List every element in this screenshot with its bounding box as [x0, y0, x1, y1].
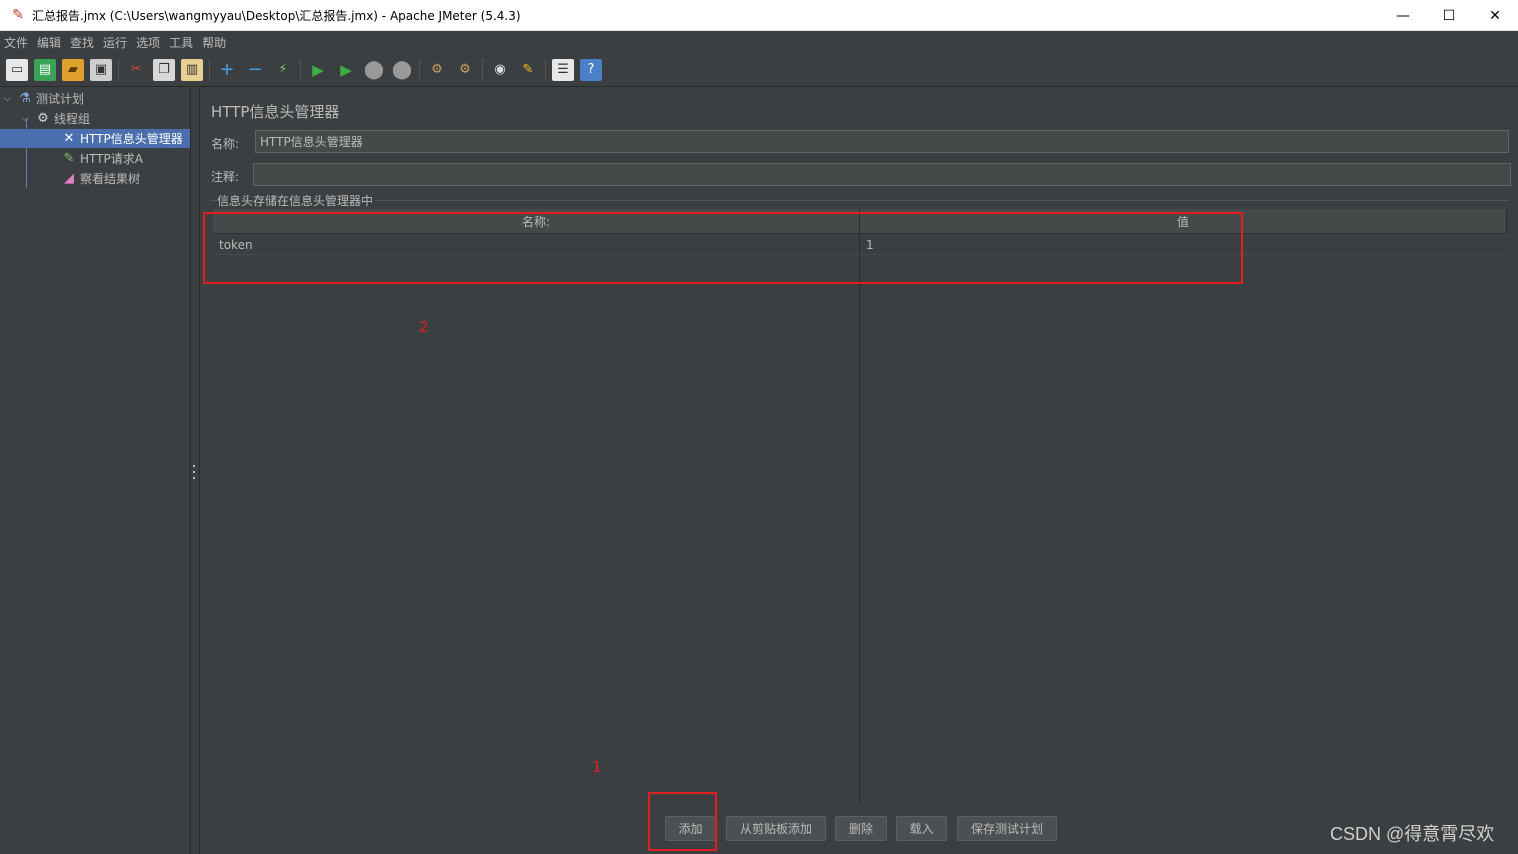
- group-title: 信息头存储在信息头管理器中: [217, 192, 376, 209]
- reset-search-icon[interactable]: ✎: [517, 59, 539, 81]
- stop-icon[interactable]: ⬤: [363, 59, 385, 81]
- start-no-pause-icon[interactable]: ▶: [335, 59, 357, 81]
- menu-file[interactable]: 文件: [4, 34, 28, 51]
- clear-all-icon[interactable]: ⚙: [454, 59, 476, 81]
- toolbar-separator: [482, 58, 483, 81]
- tree-item-label: HTTP信息头管理器: [80, 132, 183, 146]
- title-bar: ✎ 汇总报告.jmx (C:\Users\wangmyyau\Desktop\汇…: [0, 0, 1518, 31]
- toolbar-separator: [118, 58, 119, 81]
- column-divider: [859, 209, 860, 804]
- tree-item-label: 线程组: [54, 112, 91, 126]
- watermark: CSDN @得意霄尽欢: [1330, 824, 1495, 844]
- wrench-icon: ✕: [63, 131, 75, 146]
- tree-item-result-tree[interactable]: ◢ 察看结果树: [60, 169, 190, 188]
- annotation-label-1: 1: [592, 758, 602, 776]
- group-border: [210, 200, 1509, 201]
- toolbar: ▭ ▤ ▰ ▣ ✂ ❐ ▥ + − ⚡ ▶ ▶ ⬤ ⬤ ⚙ ⚙ ◉ ✎ ☰ ?: [0, 53, 1518, 87]
- templates-icon[interactable]: ▤: [34, 58, 56, 81]
- chart-icon: ◢: [64, 171, 74, 186]
- menu-help[interactable]: 帮助: [202, 34, 226, 51]
- tree-item-test-plan[interactable]: ⌵ ⚗ 测试计划: [4, 89, 190, 108]
- collapse-icon[interactable]: −: [244, 59, 266, 81]
- toggle-icon[interactable]: ⚡: [272, 59, 294, 81]
- menu-run[interactable]: 运行: [103, 34, 127, 51]
- headers-table: 名称: 值 token 1: [213, 209, 1507, 804]
- new-icon[interactable]: ▭: [6, 58, 28, 81]
- panel-title: HTTP信息头管理器: [211, 103, 340, 121]
- function-helper-icon[interactable]: ☰: [552, 58, 574, 81]
- name-label: 名称:: [211, 137, 240, 151]
- menu-options[interactable]: 选项: [136, 34, 160, 51]
- tree-item-label: HTTP请求A: [80, 152, 143, 166]
- save-test-plan-button[interactable]: 保存测试计划: [957, 816, 1057, 841]
- copy-icon[interactable]: ❐: [153, 58, 175, 81]
- gear-icon: ⚙: [37, 111, 49, 126]
- toolbar-separator: [545, 58, 546, 81]
- start-icon[interactable]: ▶: [307, 59, 329, 81]
- search-icon[interactable]: ◉: [489, 59, 511, 81]
- menu-tools[interactable]: 工具: [169, 34, 193, 51]
- pencil-icon: ✎: [63, 151, 75, 166]
- tree-item-http-request[interactable]: ✎ HTTP请求A: [60, 149, 190, 168]
- chevron-down-icon[interactable]: ⌵: [4, 94, 16, 104]
- chevron-down-icon[interactable]: ⌵: [22, 114, 34, 124]
- menu-bar: 文件 编辑 查找 运行 选项 工具 帮助: [0, 31, 1518, 53]
- name-input[interactable]: HTTP信息头管理器: [255, 130, 1509, 153]
- help-icon[interactable]: ?: [580, 58, 602, 81]
- tree-item-thread-group[interactable]: ⌵ ⚙ 线程组: [22, 109, 190, 128]
- shutdown-icon[interactable]: ⬤: [391, 59, 413, 81]
- comment-label: 注释:: [211, 170, 240, 184]
- window-title: 汇总报告.jmx (C:\Users\wangmyyau\Desktop\汇总报…: [32, 8, 521, 23]
- tree-item-label: 测试计划: [36, 92, 85, 106]
- toolbar-separator: [209, 58, 210, 81]
- comment-input[interactable]: [253, 163, 1511, 186]
- minimize-button[interactable]: —: [1380, 0, 1426, 31]
- clear-icon[interactable]: ⚙: [426, 59, 448, 81]
- annotation-box-table: [203, 212, 1243, 284]
- annotation-box-add: [648, 792, 717, 851]
- splitter-handle[interactable]: [192, 465, 196, 479]
- open-icon[interactable]: ▰: [62, 58, 84, 81]
- main-panel: HTTP信息头管理器 名称: HTTP信息头管理器 注释: 信息头存储在信息头管…: [199, 88, 1518, 854]
- annotation-label-2: 2: [419, 318, 429, 336]
- delete-button[interactable]: 删除: [835, 816, 887, 841]
- close-button[interactable]: ✕: [1472, 0, 1518, 31]
- jmeter-feather-icon: ✎: [12, 7, 24, 23]
- toolbar-separator: [419, 58, 420, 81]
- test-plan-tree: ⌵ ⚗ 测试计划 ⌵ ⚙ 线程组 ✕ HTTP信息头管理器 ✎ HTTP请求A …: [0, 88, 191, 854]
- menu-edit[interactable]: 编辑: [37, 34, 61, 51]
- tree-item-header-manager[interactable]: ✕ HTTP信息头管理器: [0, 129, 190, 148]
- menu-search[interactable]: 查找: [70, 34, 94, 51]
- expand-icon[interactable]: +: [216, 59, 238, 81]
- load-button[interactable]: 载入: [896, 816, 947, 841]
- window-controls: — ☐ ✕: [1380, 0, 1518, 31]
- cut-icon[interactable]: ✂: [125, 59, 147, 81]
- save-icon[interactable]: ▣: [90, 58, 112, 81]
- paste-icon[interactable]: ▥: [181, 58, 203, 81]
- toolbar-separator: [300, 58, 301, 81]
- add-from-clipboard-button[interactable]: 从剪贴板添加: [726, 816, 826, 841]
- maximize-button[interactable]: ☐: [1426, 0, 1472, 31]
- tree-item-label: 察看结果树: [80, 172, 141, 186]
- flask-icon: ⚗: [19, 91, 31, 106]
